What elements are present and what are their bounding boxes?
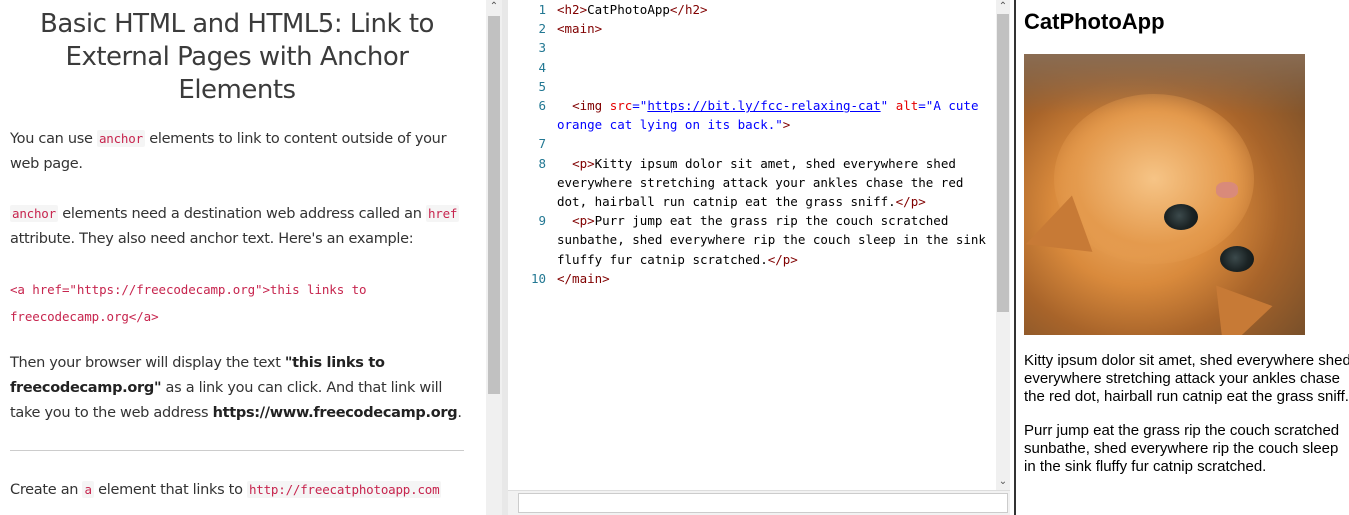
instruction-paragraph-1: You can use anchor elements to link to c… xyxy=(10,130,447,172)
instruction-task: Create an a element that links to http:/… xyxy=(10,481,442,498)
line-number: 3 xyxy=(538,40,546,56)
preview-pane: CatPhotoApp Kitty ipsum dolor sit amet, … xyxy=(1016,0,1349,515)
code-line[interactable]: 10 </main> xyxy=(508,269,996,288)
inline-code: http://freecatphotoapp.com xyxy=(246,481,442,498)
inline-code: href xyxy=(425,205,460,222)
line-number: 5 xyxy=(538,78,546,94)
chevron-up-icon[interactable]: ⌃ xyxy=(489,2,499,12)
inline-code: a xyxy=(82,481,94,498)
code-line[interactable]: 7 xyxy=(508,134,996,153)
code-line[interactable]: 6 <img src="https://bit.ly/fcc-relaxing-… xyxy=(508,96,996,134)
code-link[interactable]: https://bit.ly/fcc-relaxing-cat xyxy=(647,98,880,113)
code-line[interactable]: 5 xyxy=(508,77,996,96)
preview-heading: CatPhotoApp xyxy=(1024,9,1165,34)
code-example: <a href="https://freecodecamp.org">this … xyxy=(10,282,367,324)
line-number: 1 xyxy=(538,2,546,17)
preview-paragraph-1: Kitty ipsum dolor sit amet, shed everywh… xyxy=(1024,352,1349,405)
instruction-paragraph-3: Then your browser will display the text … xyxy=(10,355,462,421)
editor-scrollbar[interactable]: ⌃ ⌄ xyxy=(996,0,1010,490)
line-number: 2 xyxy=(538,21,546,37)
line-number: 8 xyxy=(538,155,546,171)
instructions-pane: Basic HTML and HTML5: Link to External P… xyxy=(0,0,486,515)
code-line[interactable]: 2 <main> xyxy=(508,19,996,38)
divider xyxy=(10,450,464,451)
code-line[interactable]: 9 <p>Purr jump eat the grass rip the cou… xyxy=(508,211,996,269)
editor-footer xyxy=(508,490,1010,515)
instructions-scrollbar[interactable]: ⌃ xyxy=(486,0,502,515)
line-number: 7 xyxy=(538,136,546,152)
code-line[interactable]: 1 <h2>CatPhotoApp</h2> xyxy=(508,0,996,19)
line-number: 4 xyxy=(538,59,546,75)
line-number: 10 xyxy=(530,270,546,286)
code-line[interactable]: 3 xyxy=(508,38,996,57)
inline-code: anchor xyxy=(10,205,58,222)
scrollbar-thumb[interactable] xyxy=(488,16,500,394)
instruction-paragraph-2: anchor elements need a destination web a… xyxy=(10,205,460,247)
code-line[interactable]: 8 <p>Kitty ipsum dolor sit amet, shed ev… xyxy=(508,154,996,212)
output-box xyxy=(518,493,1008,513)
code-line[interactable]: 4 xyxy=(508,58,996,77)
chevron-up-icon[interactable]: ⌃ xyxy=(998,2,1008,12)
challenge-title: Basic HTML and HTML5: Link to External P… xyxy=(40,9,434,105)
cat-photo xyxy=(1024,54,1305,335)
line-number: 6 xyxy=(538,98,546,114)
chevron-down-icon[interactable]: ⌄ xyxy=(998,477,1008,487)
preview-paragraph-2: Purr jump eat the grass rip the couch sc… xyxy=(1024,422,1340,475)
code-editor[interactable]: 1 <h2>CatPhotoApp</h2> 2 <main> 3 4 5 6 <i… xyxy=(508,0,996,490)
line-number: 9 xyxy=(538,213,546,229)
scrollbar-thumb[interactable] xyxy=(997,14,1009,312)
inline-code: anchor xyxy=(96,130,145,147)
